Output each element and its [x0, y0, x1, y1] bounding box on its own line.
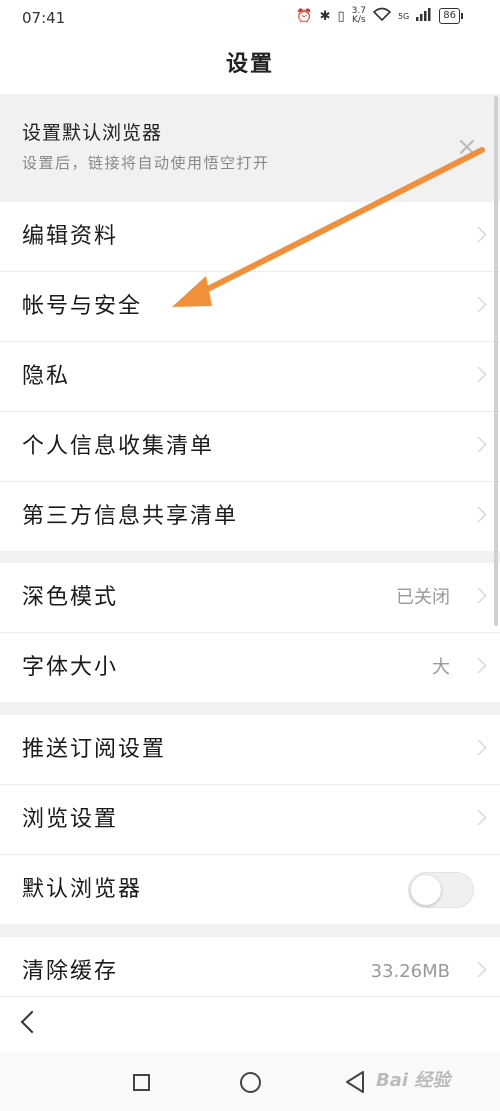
- list-item-edit-profile[interactable]: 编辑资料: [0, 202, 500, 272]
- alarm-icon: ⏰: [296, 8, 313, 24]
- back-triangle-icon[interactable]: [344, 1070, 366, 1094]
- home-icon[interactable]: [240, 1072, 261, 1093]
- list-item-clear-cache[interactable]: 清除缓存 33.26MB: [0, 937, 500, 996]
- chevron-right-icon: [470, 366, 487, 383]
- vibrate-icon: ▯: [337, 8, 345, 24]
- list-item-push-subscription[interactable]: 推送订阅设置: [0, 715, 500, 785]
- page-title: 设置: [0, 36, 500, 94]
- list-item-browse-settings[interactable]: 浏览设置: [0, 785, 500, 855]
- chevron-right-icon: [470, 506, 487, 523]
- network-type: 5G: [397, 11, 410, 21]
- wifi-icon: [372, 7, 392, 25]
- default-browser-toggle[interactable]: [408, 872, 474, 908]
- chevron-right-icon: [470, 961, 487, 978]
- toggle-knob: [411, 875, 441, 905]
- chevron-right-icon: [470, 809, 487, 826]
- default-browser-banner: 设置默认浏览器 设置后，链接将自动使用悟空打开: [0, 96, 500, 200]
- scrollbar[interactable]: [494, 96, 498, 626]
- list-item-font-size[interactable]: 字体大小 大: [0, 633, 500, 702]
- banner-subtitle: 设置后，链接将自动使用悟空打开: [22, 154, 270, 172]
- display-settings-group: 深色模式 已关闭 字体大小 大: [0, 563, 500, 702]
- watermark-logo: Bai 经验: [376, 1070, 451, 1091]
- font-size-value: 大: [432, 657, 450, 678]
- recent-apps-icon[interactable]: [133, 1074, 150, 1091]
- status-time: 07:41: [22, 9, 66, 27]
- chevron-right-icon: [470, 436, 487, 453]
- account-settings-group: 编辑资料 帐号与安全 隐私 个人信息收集清单 第三方信息共享清单: [0, 202, 500, 551]
- bluetooth-icon: ✱: [319, 8, 331, 24]
- bottom-back-bar: [0, 996, 500, 1053]
- cache-size-value: 33.26MB: [370, 961, 450, 982]
- list-item-privacy[interactable]: 隐私: [0, 342, 500, 412]
- list-item-account-security[interactable]: 帐号与安全: [0, 272, 500, 342]
- list-item-third-party-sharing[interactable]: 第三方信息共享清单: [0, 482, 500, 551]
- list-item-personal-info-list[interactable]: 个人信息收集清单: [0, 412, 500, 482]
- signal-icon: [416, 7, 432, 25]
- dark-mode-value: 已关闭: [396, 587, 450, 608]
- close-icon[interactable]: ×: [456, 132, 478, 162]
- battery-icon: 86: [439, 8, 463, 24]
- storage-settings-group: 清除缓存 33.26MB: [0, 937, 500, 996]
- banner-title: 设置默认浏览器: [22, 122, 163, 144]
- network-speed: 3.7 K/s: [351, 6, 366, 25]
- browsing-settings-group: 推送订阅设置 浏览设置 默认浏览器: [0, 715, 500, 924]
- chevron-right-icon: [470, 226, 487, 243]
- chevron-right-icon: [470, 657, 487, 674]
- list-item-dark-mode[interactable]: 深色模式 已关闭: [0, 563, 500, 633]
- status-bar: 07:41 ⏰ ✱ ▯ 3.7 K/s 5G 86: [0, 0, 500, 36]
- status-icons: ⏰ ✱ ▯ 3.7 K/s 5G 86: [296, 6, 463, 25]
- list-item-default-browser: 默认浏览器: [0, 855, 500, 924]
- chevron-right-icon: [470, 587, 487, 604]
- chevron-right-icon: [470, 739, 487, 756]
- chevron-right-icon: [470, 296, 487, 313]
